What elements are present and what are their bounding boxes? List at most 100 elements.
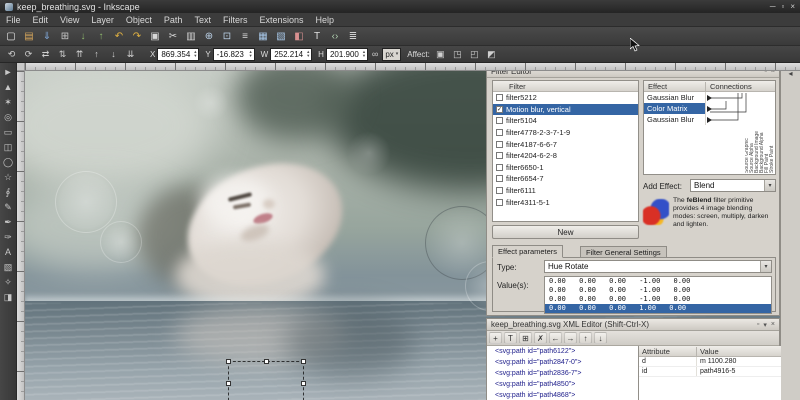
lower-to-bottom-icon[interactable]: ⇊	[123, 47, 138, 61]
fill-stroke-icon[interactable]: ◧	[291, 29, 307, 44]
menu-item[interactable]: File	[0, 13, 27, 27]
open-icon[interactable]: ▤	[21, 29, 37, 44]
filter-list-item[interactable]: filter4778-2-3-7-1-9	[493, 127, 638, 139]
cut-icon[interactable]: ✂	[165, 29, 181, 44]
tweak-tool[interactable]: ✶	[1, 95, 16, 109]
spinner-icons[interactable]: ▲ ▼	[193, 50, 197, 58]
spinner-icons[interactable]: ▲ ▼	[362, 50, 366, 58]
delete-node-icon[interactable]: ✗	[534, 332, 547, 344]
selection-handle[interactable]	[301, 381, 306, 386]
filter-checkbox[interactable]	[496, 117, 503, 125]
lower-icon[interactable]: ↓	[106, 47, 121, 61]
type-select[interactable]: Hue Rotate ▾	[544, 260, 772, 273]
affect-transform-corners-icon[interactable]: ◰	[467, 47, 482, 61]
selection-rectangle[interactable]	[226, 359, 306, 400]
filter-list-item[interactable]: filter6654-7	[493, 173, 638, 185]
filter-checkbox[interactable]	[496, 163, 503, 171]
zoom-tool[interactable]: ◎	[1, 110, 16, 124]
selector-tool[interactable]: ►	[1, 65, 16, 79]
rotate-cw-icon[interactable]: ⟳	[21, 47, 36, 61]
filter-checkbox[interactable]	[496, 175, 503, 183]
dock-close-icon[interactable]: ×	[771, 321, 775, 329]
xml-tree-node[interactable]: <svg:path id="path4868">	[487, 390, 638, 400]
text-tool[interactable]: A	[1, 245, 16, 259]
raise-icon[interactable]: ↑	[89, 47, 104, 61]
affect-transform-patterns-icon[interactable]: ◩	[484, 47, 499, 61]
vertical-ruler[interactable]	[17, 71, 25, 400]
spiral-tool[interactable]: ∮	[1, 185, 16, 199]
box3d-tool[interactable]: ◫	[1, 140, 16, 154]
new-element-node-icon[interactable]: +	[489, 332, 502, 344]
star-tool[interactable]: ☆	[1, 170, 16, 184]
selection-handle[interactable]	[226, 381, 231, 386]
duplicate-icon[interactable]: ≡	[237, 29, 253, 44]
move-node-up-icon[interactable]: ↑	[579, 332, 592, 344]
filter-list-item[interactable]: filter6111	[493, 185, 638, 197]
flip-vertical-icon[interactable]: ⇅	[55, 47, 70, 61]
node-tool[interactable]: ▲	[1, 80, 16, 94]
filter-list-item[interactable]: filter4311-5-1	[493, 196, 638, 208]
ungroup-icon[interactable]: ▧	[273, 29, 289, 44]
redo-icon[interactable]: ↷	[129, 29, 145, 44]
paste-icon[interactable]: ▥	[183, 29, 199, 44]
horizontal-ruler[interactable]	[25, 63, 800, 71]
spinner-icons[interactable]: ▲ ▼	[249, 50, 253, 58]
filter-checkbox[interactable]	[496, 129, 503, 137]
filter-list-item[interactable]: filter4187-6-6-7	[493, 138, 638, 150]
filter-list-item[interactable]: filter4204-6-2-8	[493, 150, 638, 162]
ellipse-tool[interactable]: ◯	[1, 155, 16, 169]
matrix-row[interactable]: 0.00 0.00 0.00 -1.00 0.00	[545, 277, 771, 286]
attribute-row[interactable]: id path4916-5	[639, 367, 781, 377]
filter-list-item[interactable]: filter5104	[493, 115, 638, 127]
coordinate-field[interactable]: 201.900 ▲ ▼	[325, 47, 368, 61]
lock-ratio-icon[interactable]: ∞	[372, 49, 378, 59]
unit-select[interactable]: px ▾	[382, 47, 402, 61]
print-icon[interactable]: ⊞	[57, 29, 73, 44]
flip-horizontal-icon[interactable]: ⇄	[38, 47, 53, 61]
menu-item[interactable]: Text	[188, 13, 217, 27]
pencil-tool[interactable]: ✎	[1, 200, 16, 214]
group-icon[interactable]: ▦	[255, 29, 271, 44]
minimize-button[interactable]: ─	[770, 2, 776, 11]
rotate-ccw-icon[interactable]: ⟲	[4, 47, 19, 61]
filter-checkbox[interactable]	[496, 105, 503, 113]
menu-item[interactable]: Help	[309, 13, 340, 27]
maximize-button[interactable]: ▫	[781, 2, 784, 11]
filter-checkbox[interactable]	[496, 152, 503, 160]
add-effect-select[interactable]: Blend ▾	[690, 179, 776, 192]
coordinate-field[interactable]: 252.214 ▲ ▼	[270, 47, 313, 61]
raise-to-top-icon[interactable]: ⇈	[72, 47, 87, 61]
xml-editor-icon[interactable]: ‹›	[327, 29, 343, 44]
menu-item[interactable]: Extensions	[253, 13, 309, 27]
attribute-row[interactable]: d m 1100.280	[639, 357, 781, 367]
filter-list-header[interactable]: Filter	[493, 81, 638, 92]
copy-icon[interactable]: ▣	[147, 29, 163, 44]
xml-editor-header[interactable]: keep_breathing.svg XML Editor (Shift-Ctr…	[487, 319, 779, 331]
filter-list-item[interactable]: filter5212	[493, 92, 638, 104]
xml-tree-node[interactable]: <svg:path id="path2836-7">	[487, 368, 638, 379]
spinner-icons[interactable]: ▲ ▼	[306, 50, 310, 58]
new-text-node-icon[interactable]: T	[504, 332, 517, 344]
menu-item[interactable]: Object	[120, 13, 158, 27]
duplicate-node-icon[interactable]: ⊞	[519, 332, 532, 344]
move-node-down-icon[interactable]: ↓	[594, 332, 607, 344]
selection-handle[interactable]	[226, 359, 231, 364]
menu-item[interactable]: Path	[158, 13, 189, 27]
effect-column-header[interactable]: Effect	[644, 81, 706, 91]
align-dialog-icon[interactable]: ≣	[345, 29, 361, 44]
zoom-drawing-icon[interactable]: ⊕	[201, 29, 217, 44]
xml-tree-node[interactable]: <svg:path id="path2847-0">	[487, 357, 638, 368]
menu-item[interactable]: View	[54, 13, 85, 27]
tab-effect-parameters[interactable]: Effect parameters	[492, 245, 564, 258]
dock-float-icon[interactable]: ▫	[757, 321, 759, 329]
filter-list-item[interactable]: Motion blur, vertical	[493, 103, 638, 116]
matrix-row[interactable]: 0.00 0.00 0.00 -1.00 0.00	[545, 286, 771, 295]
coordinate-field[interactable]: -16.823 ▲ ▼	[212, 47, 255, 61]
indent-node-icon[interactable]: →	[564, 332, 577, 344]
filter-checkbox[interactable]	[496, 140, 503, 148]
matrix-row[interactable]: 0.00 0.00 0.00 1.00 0.00	[545, 304, 771, 313]
affect-transform-stroke-icon[interactable]: ◳	[450, 47, 465, 61]
paint-bucket-tool[interactable]: ◨	[1, 290, 16, 304]
new-filter-button[interactable]: New	[492, 225, 639, 239]
matrix-row[interactable]: 0.00 0.00 0.00 -1.00 0.00	[545, 295, 771, 304]
